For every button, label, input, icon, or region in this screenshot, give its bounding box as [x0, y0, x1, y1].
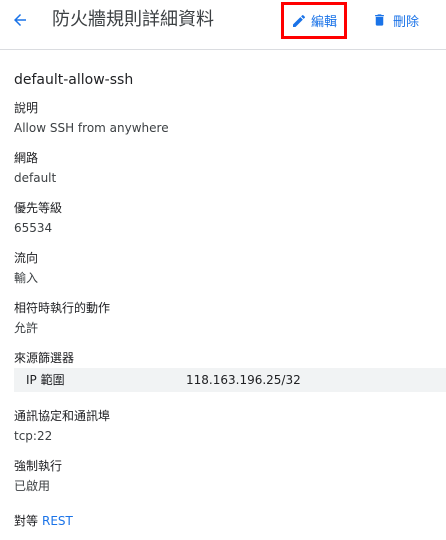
- network-value: default: [14, 171, 57, 185]
- back-button[interactable]: [6, 8, 34, 32]
- ip-range-label: IP 範圍: [26, 373, 65, 387]
- page-title: 防火牆規則詳細資料: [52, 9, 214, 30]
- trash-icon: [375, 14, 384, 26]
- action-label: 相符時執行的動作: [14, 301, 111, 315]
- enforcement-label: 強制執行: [14, 459, 63, 473]
- description-label: 說明: [14, 101, 39, 115]
- source-filter-label: 來源篩選器: [14, 351, 75, 365]
- network-label: 網路: [14, 151, 39, 165]
- direction-label: 流向: [14, 251, 39, 265]
- source-filter-row: IP 範圍 118.163.196.25/32: [14, 368, 446, 392]
- edit-button[interactable]: 編輯: [281, 2, 347, 39]
- description-value: Allow SSH from anywhere: [14, 121, 169, 135]
- ip-range-value: 118.163.196.25/32: [186, 373, 301, 387]
- pencil-icon: [292, 14, 305, 27]
- action-value: 允許: [14, 321, 39, 335]
- edit-label: 編輯: [310, 15, 337, 30]
- delete-button[interactable]: 刪除: [372, 10, 419, 30]
- arrow-back-icon: [14, 14, 26, 26]
- equivalent-rest-row: 對等 REST: [14, 513, 73, 529]
- equivalent-label: 對等: [14, 514, 39, 528]
- rule-name: default-allow-ssh: [14, 72, 134, 88]
- rest-link[interactable]: REST: [42, 514, 73, 528]
- protocols-ports-label: 通訊協定和通訊埠: [14, 409, 111, 423]
- enforcement-value: 已啟用: [14, 479, 51, 493]
- priority-value: 65534: [14, 221, 53, 235]
- delete-label: 刪除: [393, 14, 420, 30]
- direction-value: 輸入: [14, 271, 39, 285]
- priority-label: 優先等級: [14, 201, 63, 215]
- protocols-ports-value: tcp:22: [14, 429, 53, 443]
- page-header: 防火牆規則詳細資料 編輯 刪除: [0, 0, 446, 50]
